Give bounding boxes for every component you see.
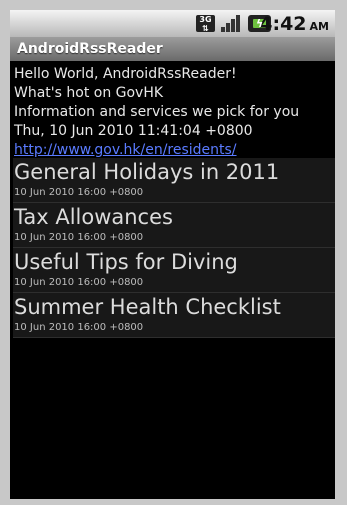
item-date: 10 Jun 2010 16:00 +0800 <box>14 232 144 243</box>
item-date: 10 Jun 2010 16:00 +0800 <box>14 322 144 333</box>
item-title: Summer Health Checklist <box>14 295 281 319</box>
feed-description: Information and services we pick for you <box>14 104 300 120</box>
network-activity-label: ⇅ <box>202 24 209 33</box>
clock-ampm: AM <box>309 20 329 33</box>
greeting-text: Hello World, AndroidRssReader! <box>14 66 237 82</box>
network-type-label: 3G <box>199 15 212 24</box>
item-date: 10 Jun 2010 16:00 +0800 <box>14 277 144 288</box>
feed-title: What's hot on GovHK <box>14 85 164 101</box>
app-title-bar: AndroidRssReader <box>10 37 335 61</box>
list-item[interactable]: General Holidays in 2011 10 Jun 2010 16:… <box>13 158 335 203</box>
status-clock: 4:42 AM <box>259 13 329 35</box>
list-item[interactable]: Useful Tips for Diving 10 Jun 2010 16:00… <box>13 248 335 293</box>
screen: 3G ⇅ ϟ 4:42 AM AndroidRssReader Hello Wor… <box>10 10 335 499</box>
feed-header: Hello World, AndroidRssReader! What's ho… <box>14 65 332 160</box>
item-title: Useful Tips for Diving <box>14 250 238 274</box>
feed-list: General Holidays in 2011 10 Jun 2010 16:… <box>13 158 335 338</box>
feed-pubdate: Thu, 10 Jun 2010 11:41:04 +0800 <box>14 123 253 139</box>
item-title: General Holidays in 2011 <box>14 160 280 184</box>
list-item[interactable]: Tax Allowances 10 Jun 2010 16:00 +0800 <box>13 203 335 248</box>
clock-time: 4:42 <box>259 13 307 35</box>
signal-strength-icon <box>221 15 242 32</box>
item-date: 10 Jun 2010 16:00 +0800 <box>14 187 144 198</box>
item-title: Tax Allowances <box>14 205 173 229</box>
network-3g-icon: 3G ⇅ <box>196 15 215 33</box>
device-frame: 3G ⇅ ϟ 4:42 AM AndroidRssReader Hello Wor… <box>0 0 347 505</box>
list-item[interactable]: Summer Health Checklist 10 Jun 2010 16:0… <box>13 293 335 338</box>
status-bar[interactable]: 3G ⇅ ϟ 4:42 AM <box>10 10 335 37</box>
